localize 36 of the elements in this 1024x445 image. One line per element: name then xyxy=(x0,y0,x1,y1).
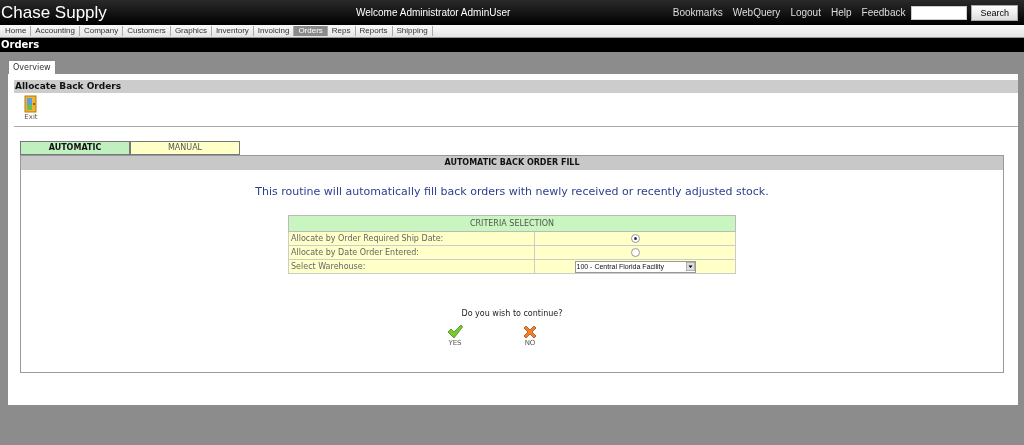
page-tab[interactable]: Overview xyxy=(8,60,56,74)
nav-item[interactable]: Reports xyxy=(355,26,393,36)
nav-item[interactable]: Inventory xyxy=(211,26,254,36)
nav-item[interactable]: Graphics xyxy=(170,26,212,36)
table-cell: Allocate by Order Required Ship Date: xyxy=(288,231,535,246)
nav-item[interactable]: Home xyxy=(1,26,32,36)
nav-item[interactable]: Shipping xyxy=(392,26,433,36)
checkmark-icon xyxy=(447,325,463,339)
header-link[interactable]: Feedback xyxy=(861,7,906,18)
nav-item[interactable]: Customers xyxy=(123,26,171,36)
section-title: Orders xyxy=(0,38,1024,52)
table-cell: Allocate by Date Order Entered: xyxy=(288,245,535,260)
nav-item[interactable]: Accounting xyxy=(31,26,80,36)
description-text: This routine will automatically fill back orders with newly received or recently adjusted stock. xyxy=(254,185,770,198)
app-title: Chase Supply xyxy=(0,2,108,23)
door-icon xyxy=(24,95,38,113)
welcome-text: Welcome Administrator AdminUser xyxy=(356,7,512,18)
table-header: CRITERIA SELECTION xyxy=(288,215,736,232)
header-link[interactable]: WebQuery xyxy=(732,7,781,18)
section-header: AUTOMATIC BACK ORDER FILL xyxy=(21,156,1003,170)
header-link[interactable]: Logout xyxy=(790,7,821,18)
nav-item[interactable]: Company xyxy=(79,26,124,36)
mode-tab[interactable]: AUTOMATIC xyxy=(20,141,130,155)
confirm-question: Do you wish to continue? xyxy=(460,309,564,318)
close-icon xyxy=(523,325,537,339)
mode-tab[interactable]: MANUAL xyxy=(130,141,240,155)
header-link[interactable]: Help xyxy=(830,7,852,18)
radio-button[interactable] xyxy=(630,248,640,257)
search-field[interactable] xyxy=(911,5,968,20)
panel-title: Allocate Back Orders xyxy=(14,80,1018,93)
header-link[interactable]: Bookmarks xyxy=(672,7,723,18)
dropdown-arrow-icon xyxy=(685,262,695,271)
nav-item[interactable]: Reps xyxy=(327,26,356,36)
radio-button[interactable] xyxy=(630,234,640,243)
table-cell: Select Warehouse: xyxy=(288,259,535,274)
search-button[interactable]: Search xyxy=(971,4,1018,21)
